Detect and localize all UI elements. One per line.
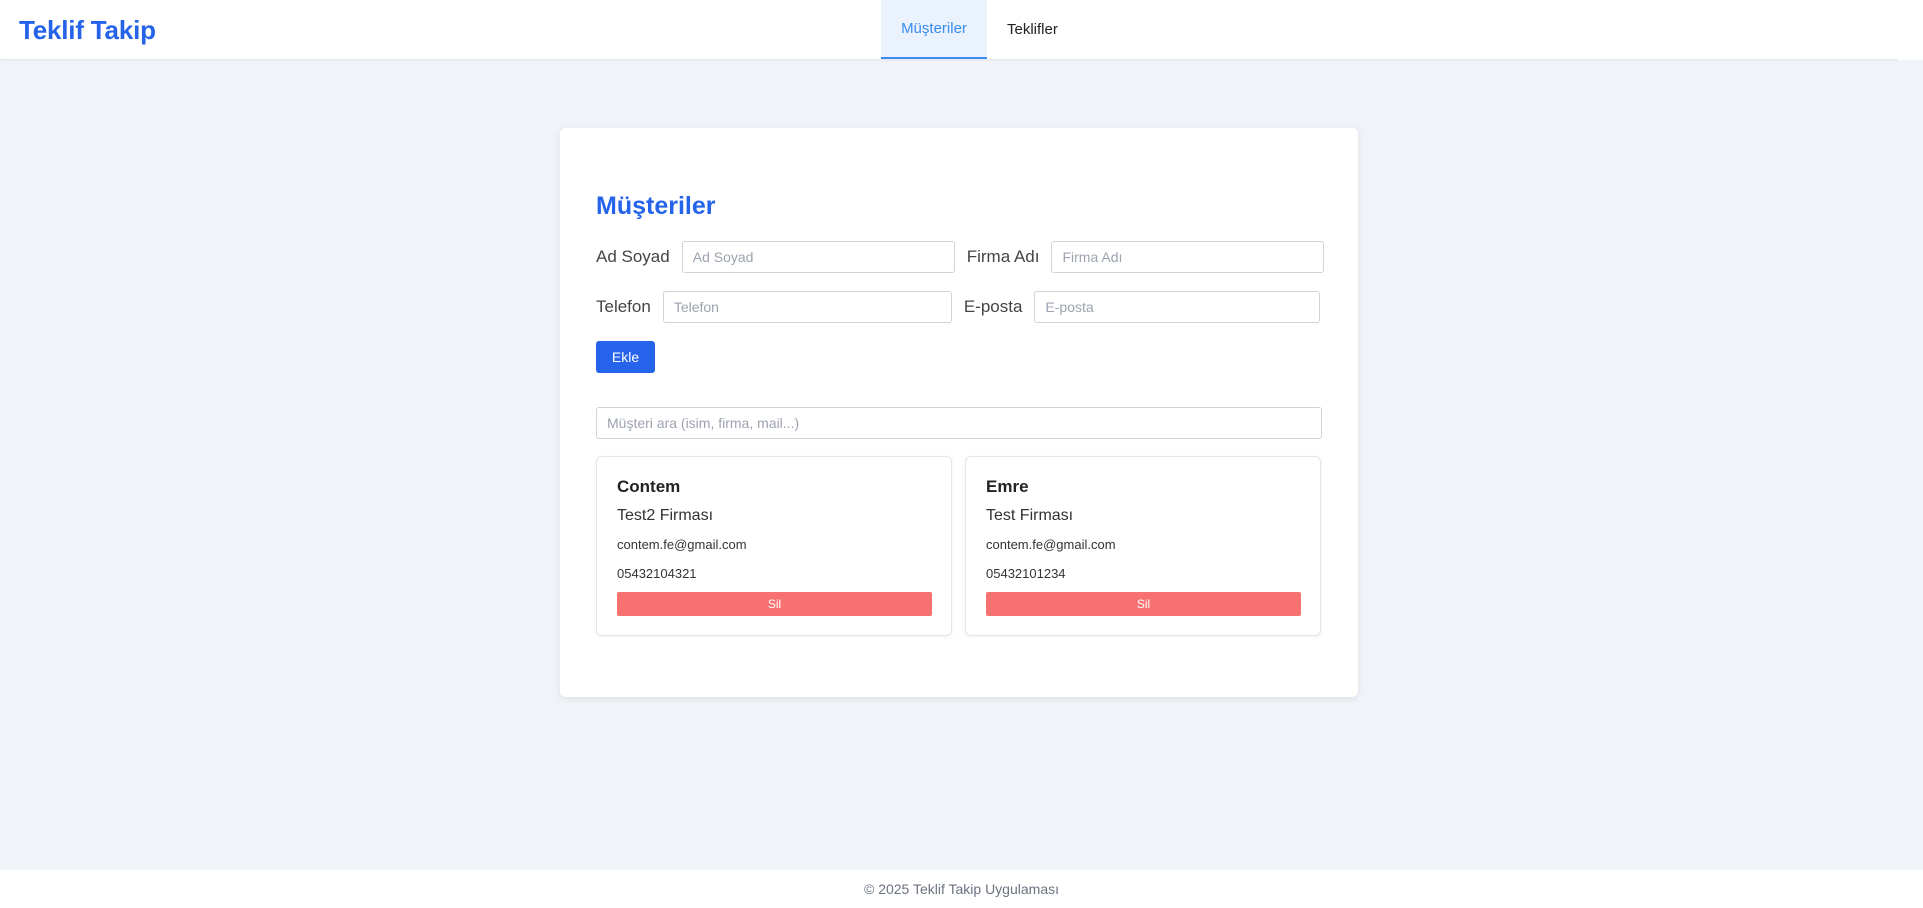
customer-email: contem.fe@gmail.com	[617, 537, 747, 552]
nav-tabs: Müşteriler Teklifler	[881, 0, 1078, 59]
customer-company: Test2 Firması	[617, 507, 714, 524]
footer: © 2025 Teklif Takip Uygulaması	[0, 870, 1923, 908]
header-edge	[1898, 0, 1923, 60]
form-row-1: Ad Soyad Firma Adı	[596, 241, 1325, 273]
customer-card: Contem Test2 Firması contem.fe@gmail.com…	[596, 456, 952, 636]
phone-input[interactable]	[662, 291, 952, 323]
phone-label: Telefon	[596, 297, 651, 316]
customer-phone: 05432104321	[617, 566, 697, 581]
top-navbar: Teklif Takip Müşteriler Teklifler	[0, 0, 1898, 60]
company-label: Firma Adı	[966, 247, 1040, 266]
delete-button[interactable]: Sil	[986, 592, 1301, 616]
delete-button[interactable]: Sil	[617, 592, 932, 616]
customer-email: contem.fe@gmail.com	[986, 537, 1116, 552]
email-input[interactable]	[1034, 291, 1321, 323]
tab-musteriler[interactable]: Müşteriler	[881, 0, 987, 59]
name-label: Ad Soyad	[596, 247, 670, 266]
customer-company: Test Firması	[986, 507, 1074, 524]
form-row-2: Telefon E-posta	[596, 291, 1321, 323]
customer-card: Emre Test Firması contem.fe@gmail.com 05…	[965, 456, 1321, 636]
company-input[interactable]	[1051, 241, 1325, 273]
tab-teklifler[interactable]: Teklifler	[987, 0, 1078, 59]
brand-logo[interactable]: Teklif Takip	[19, 15, 156, 46]
page-title: Müşteriler	[596, 192, 716, 220]
email-label: E-posta	[963, 297, 1023, 316]
customers-panel: Müşteriler Ad Soyad Firma Adı Telefon E-…	[560, 128, 1358, 697]
add-button[interactable]: Ekle	[596, 341, 655, 373]
search-input[interactable]	[596, 407, 1322, 439]
customer-phone: 05432101234	[986, 566, 1066, 581]
customer-name: Contem	[617, 477, 681, 496]
customer-name: Emre	[986, 477, 1029, 496]
name-input[interactable]	[681, 241, 955, 273]
footer-text: © 2025 Teklif Takip Uygulaması	[863, 881, 1059, 897]
